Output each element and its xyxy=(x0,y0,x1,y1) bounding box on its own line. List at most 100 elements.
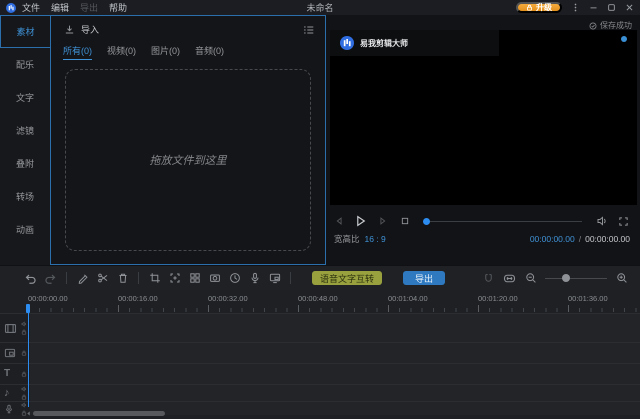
tab-audio[interactable]: 音频(0) xyxy=(195,44,224,60)
voice-text-convert-button[interactable]: 语音文字互转 xyxy=(312,271,382,285)
sidebar-item-animation[interactable]: 动画 xyxy=(0,213,50,246)
snapshot-icon[interactable] xyxy=(208,272,221,285)
mosaic-icon[interactable] xyxy=(188,272,201,285)
sidebar-item-text[interactable]: 文字 xyxy=(0,81,50,114)
crop-icon[interactable] xyxy=(148,272,161,285)
export-button[interactable]: 导出 xyxy=(403,271,445,285)
mute-icon[interactable] xyxy=(21,402,27,408)
menu-file[interactable]: 文件 xyxy=(22,1,40,14)
mute-icon[interactable] xyxy=(21,321,27,327)
timeline-ruler[interactable]: 00:00:00.00 00:00:16.00 00:00:32.00 00:0… xyxy=(0,290,640,313)
pip-icon[interactable] xyxy=(268,272,281,285)
close-icon[interactable] xyxy=(625,3,634,12)
redo-icon[interactable] xyxy=(44,272,57,285)
total-time: 00:00:00.00 xyxy=(585,234,630,244)
pip-track-icon xyxy=(4,347,16,359)
video-track-lane[interactable] xyxy=(30,314,640,342)
music-track-icon: ♪ xyxy=(4,388,10,399)
import-icon[interactable] xyxy=(63,23,76,36)
pip-track-header[interactable] xyxy=(0,343,30,363)
app-logo xyxy=(340,36,354,50)
upgrade-button[interactable]: 升级 xyxy=(516,2,562,13)
saved-icon xyxy=(589,22,597,30)
timeline-zoom-handle[interactable] xyxy=(562,274,570,282)
edit-icon[interactable] xyxy=(76,272,89,285)
delete-icon[interactable] xyxy=(116,272,129,285)
fullscreen-icon[interactable] xyxy=(617,215,630,228)
track-row-music: ♪ xyxy=(0,384,640,401)
zoom-icon[interactable] xyxy=(168,272,181,285)
text-track-icon: T xyxy=(4,369,10,379)
magnet-icon[interactable] xyxy=(482,272,495,285)
category-sidebar: 素材 配乐 文字 滤镜 叠附 转场 动画 xyxy=(0,15,50,265)
playhead-line xyxy=(28,313,29,407)
tab-image[interactable]: 图片(0) xyxy=(151,44,180,60)
lock-icon xyxy=(526,4,533,11)
scroll-left-icon[interactable] xyxy=(26,411,31,416)
track-row-text: T xyxy=(0,363,640,384)
current-time: 00:00:00.00 xyxy=(530,234,575,244)
import-button[interactable]: 导入 xyxy=(81,23,99,36)
voiceover-icon[interactable] xyxy=(248,272,261,285)
dropzone-hint: 拖放文件到这里 xyxy=(150,152,227,168)
media-library-panel: 导入 所有(0) 视频(0) 图片(0) 音频(0) 拖放文件到这里 xyxy=(50,15,326,265)
pip-track-lane[interactable] xyxy=(30,343,640,363)
lock-icon[interactable] xyxy=(21,371,27,377)
titlebar: 文件 编辑 导出 帮助 未命名 升级 xyxy=(0,0,640,15)
sidebar-item-media[interactable]: 素材 xyxy=(0,15,50,48)
seek-bar[interactable] xyxy=(424,221,582,222)
brand-watermark: 易我剪辑大师 xyxy=(360,38,408,49)
music-track-header[interactable]: ♪ xyxy=(0,385,30,401)
minimize-icon[interactable] xyxy=(589,3,598,12)
seek-handle[interactable] xyxy=(423,218,430,225)
fit-timeline-icon[interactable] xyxy=(503,272,516,285)
list-view-icon[interactable] xyxy=(302,23,315,36)
text-track-header[interactable]: T xyxy=(0,364,30,384)
preview-indicator-dot xyxy=(621,36,627,42)
preview-viewport[interactable]: 易我剪辑大师 xyxy=(330,30,637,205)
video-track-icon xyxy=(4,322,17,335)
video-track-header[interactable] xyxy=(0,314,30,342)
next-frame-icon[interactable] xyxy=(376,215,389,228)
voiceover-track-icon xyxy=(4,404,14,414)
tab-all[interactable]: 所有(0) xyxy=(63,44,92,60)
sidebar-item-music[interactable]: 配乐 xyxy=(0,48,50,81)
lock-icon[interactable] xyxy=(21,394,27,400)
aspect-ratio-label: 宽高比 xyxy=(334,233,360,245)
zoom-out-icon[interactable] xyxy=(524,272,537,285)
maximize-icon[interactable] xyxy=(607,3,616,12)
track-row-video xyxy=(0,313,640,342)
playhead-handle[interactable] xyxy=(26,304,30,313)
sidebar-item-transition[interactable]: 转场 xyxy=(0,180,50,213)
timeline-zoom-slider[interactable] xyxy=(545,278,607,279)
play-icon[interactable] xyxy=(354,215,367,228)
horizontal-scrollbar[interactable] xyxy=(33,411,165,416)
music-track-lane[interactable] xyxy=(30,385,640,401)
more-menu-icon[interactable] xyxy=(571,3,580,12)
volume-icon[interactable] xyxy=(595,215,608,228)
zoom-in-icon[interactable] xyxy=(615,272,628,285)
app-logo xyxy=(6,3,16,13)
sidebar-item-filter[interactable]: 滤镜 xyxy=(0,114,50,147)
lock-icon[interactable] xyxy=(21,329,27,335)
stop-icon[interactable] xyxy=(398,215,411,228)
mute-icon[interactable] xyxy=(21,386,27,392)
lock-icon[interactable] xyxy=(21,350,27,356)
duration-icon[interactable] xyxy=(228,272,241,285)
preview-panel: 保存成功 易我剪辑大师 宽高比 16 : 9 00:00:00.00 / 00:… xyxy=(326,15,640,265)
track-row-pip xyxy=(0,342,640,363)
aspect-ratio-value[interactable]: 16 : 9 xyxy=(365,234,386,244)
split-icon[interactable] xyxy=(96,272,109,285)
undo-icon[interactable] xyxy=(24,272,37,285)
menu-help[interactable]: 帮助 xyxy=(109,1,127,14)
menubar: 文件 编辑 导出 帮助 xyxy=(22,1,127,14)
media-dropzone[interactable]: 拖放文件到这里 xyxy=(65,69,311,251)
menu-edit[interactable]: 编辑 xyxy=(51,1,69,14)
menu-export[interactable]: 导出 xyxy=(80,1,98,14)
text-track-lane[interactable] xyxy=(30,364,640,384)
tab-video[interactable]: 视频(0) xyxy=(107,44,136,60)
prev-frame-icon[interactable] xyxy=(332,215,345,228)
ruler-major-ticks xyxy=(28,305,640,312)
sidebar-item-overlay[interactable]: 叠附 xyxy=(0,147,50,180)
timeline-panel: 00:00:00.00 00:00:16.00 00:00:32.00 00:0… xyxy=(0,290,640,419)
